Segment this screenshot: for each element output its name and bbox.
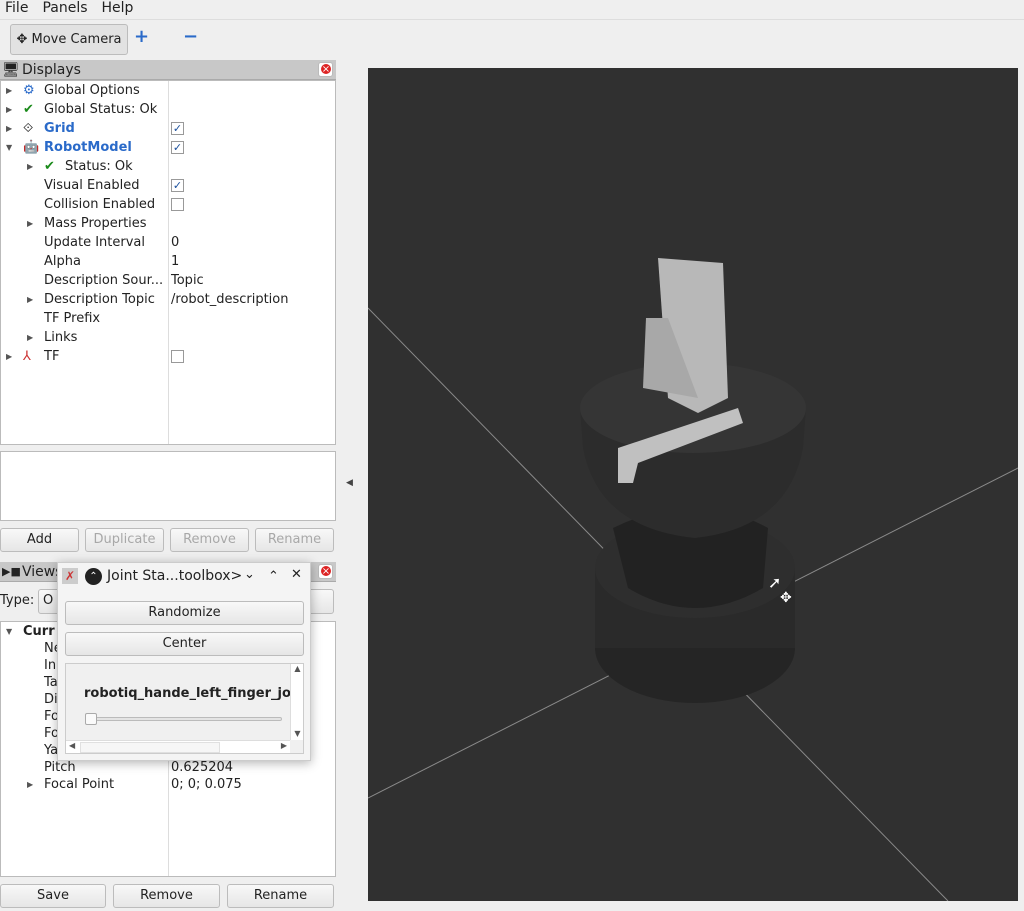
menu-help[interactable]: Help <box>102 0 134 16</box>
window-title: Joint Sta...toolbox> <box>107 568 243 584</box>
add-tool-button[interactable]: + <box>134 26 149 47</box>
tree-row-links[interactable]: ▶ Links <box>1 328 335 347</box>
close-window-button[interactable]: ✕ <box>291 567 302 582</box>
collapse-panel-handle[interactable]: ◀ <box>346 478 353 488</box>
tree-row-collision-enabled[interactable]: Collision Enabled <box>1 195 335 214</box>
display-description-area <box>0 451 336 521</box>
tree-row-alpha[interactable]: Alpha 1 <box>1 252 335 271</box>
tf-checkbox[interactable] <box>171 350 184 363</box>
robotmodel-checkbox[interactable]: ✓ <box>171 141 184 154</box>
tree-row-description-topic[interactable]: ▶ Description Topic/robot_description <box>1 290 335 309</box>
joint-scroll-area[interactable]: robotiq_hande_left_finger_jo ▲ ▼ ◀ ▶ <box>65 663 304 754</box>
tree-row-global-status[interactable]: ▶ ✔ Global Status: Ok <box>1 100 335 119</box>
robot-icon: 🤖 <box>23 140 40 155</box>
save-view-button[interactable]: Save <box>0 884 106 908</box>
tree-row-tf[interactable]: ▶ ⅄ TF <box>1 347 335 366</box>
gripper-model <box>580 258 806 703</box>
tree-row-grid[interactable]: ▶ ⟐ Grid ✓ <box>1 119 335 138</box>
collision-enabled-checkbox[interactable] <box>171 198 184 211</box>
add-display-button[interactable]: Add <box>0 528 79 552</box>
visual-enabled-checkbox[interactable]: ✓ <box>171 179 184 192</box>
app-icon: ✗ <box>62 568 78 584</box>
joint-name-label: robotiq_hande_left_finger_jo <box>84 686 291 701</box>
duplicate-display-button[interactable]: Duplicate <box>85 528 164 552</box>
monitor-icon: 🖥 <box>2 62 20 78</box>
type-label: Type: <box>0 593 35 608</box>
rename-view-button[interactable]: Rename <box>227 884 334 908</box>
move-cursor-icon: ✥ <box>780 590 792 606</box>
tree-row-focal-point[interactable]: ▶ Focal Point 0; 0; 0.075 <box>1 776 335 793</box>
displays-tree[interactable]: ▶ ⚙ Global Options ▶ ✔ Global Status: Ok ▶ ⟐ G… <box>0 80 336 445</box>
tree-row-mass-properties[interactable]: ▶ Mass Properties <box>1 214 335 233</box>
center-button[interactable]: Center <box>65 632 304 656</box>
toolbar: ✥ Move Camera + − <box>0 19 1024 57</box>
camera-icon: ▶■ <box>2 565 21 578</box>
move-camera-button[interactable]: ✥ Move Camera <box>10 24 128 55</box>
move-icon: ✥ <box>16 32 28 47</box>
close-displays-button[interactable] <box>318 62 333 77</box>
vertical-scrollbar[interactable]: ▲ ▼ <box>290 664 303 740</box>
minimize-button[interactable]: ⌄ <box>244 567 255 582</box>
close-views-button[interactable] <box>318 564 333 579</box>
tree-row-status[interactable]: ▶ ✔ Status: Ok <box>1 157 335 176</box>
remove-tool-button[interactable]: − <box>183 26 198 47</box>
joint-slider-handle[interactable] <box>85 713 97 725</box>
3d-viewport[interactable]: ➚ ✥ <box>368 68 1018 901</box>
grid-checkbox[interactable]: ✓ <box>171 122 184 135</box>
displays-panel-header: 🖥 Displays <box>0 60 336 80</box>
rename-display-button[interactable]: Rename <box>255 528 334 552</box>
tree-row-tf-prefix[interactable]: TF Prefix <box>1 309 335 328</box>
tree-row-description-source[interactable]: Description Sour... Topic <box>1 271 335 290</box>
menu-file[interactable]: File <box>5 0 28 16</box>
tree-row-robotmodel[interactable]: ▼ 🤖 RobotModel ✓ <box>1 138 335 157</box>
check-icon: ✔ <box>44 159 55 174</box>
maximize-button[interactable]: ⌃ <box>268 569 279 584</box>
menu-bar: File Panels Help <box>5 0 147 17</box>
grid-icon: ⟐ <box>23 121 34 136</box>
gear-icon: ⚙ <box>23 83 35 98</box>
tree-row-update-interval[interactable]: Update Interval 0 <box>1 233 335 252</box>
tree-row-visual-enabled[interactable]: Visual Enabled ✓ <box>1 176 335 195</box>
joint-slider[interactable] <box>86 717 282 721</box>
check-icon: ✔ <box>23 102 34 117</box>
remove-display-button[interactable]: Remove <box>170 528 249 552</box>
axes-icon: ⅄ <box>23 349 31 364</box>
menu-panels[interactable]: Panels <box>42 0 87 16</box>
horizontal-scrollbar[interactable]: ◀ ▶ <box>66 740 290 753</box>
remove-view-button[interactable]: Remove <box>113 884 220 908</box>
randomize-button[interactable]: Randomize <box>65 601 304 625</box>
scene <box>368 258 1018 901</box>
tree-row-global-options[interactable]: ▶ ⚙ Global Options <box>1 81 335 100</box>
tree-row-pitch[interactable]: Pitch 0.625204 <box>1 759 335 776</box>
joint-state-window: ✗ ⌃ Joint Sta...toolbox> ⌄ ⌃ ✕ Randomize… <box>57 562 311 761</box>
ros-icon: ⌃ <box>85 568 102 585</box>
